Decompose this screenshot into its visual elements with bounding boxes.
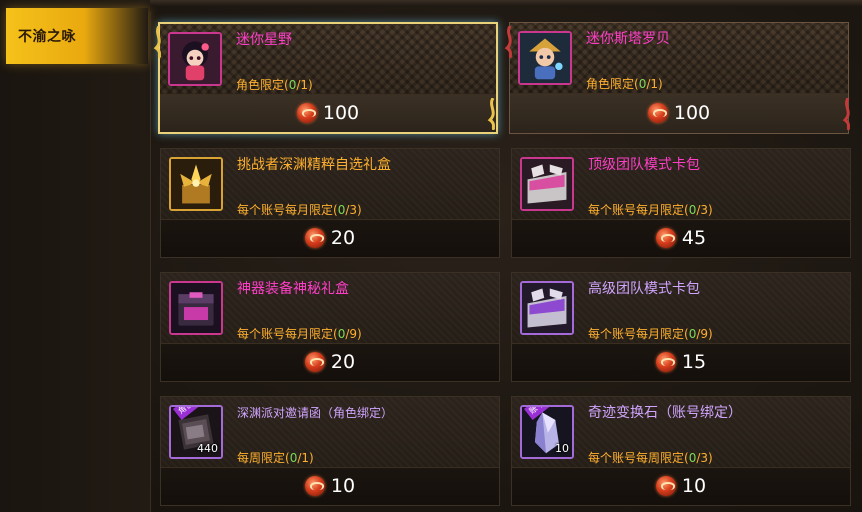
price-amount: 10 <box>330 475 356 497</box>
price-display: 45 <box>512 219 850 257</box>
price-amount: 100 <box>673 102 711 124</box>
purchase-limit: 每个账号每月限定(0/9) <box>237 327 362 341</box>
shop-item-card[interactable]: 挑战者深渊精粹自选礼盒 每个账号每月限定(0/3) 20 <box>160 148 500 258</box>
item-name: 顶级团队模式卡包 <box>588 157 700 173</box>
crystal-stone-icon: 账号 10 <box>520 405 574 459</box>
item-quantity: 440 <box>197 442 218 455</box>
golden-gift-box-icon <box>169 157 223 211</box>
shop-item-card[interactable]: 迷你斯塔罗贝 角色限定(0/1) 100 <box>509 22 849 134</box>
purchase-limit: 每周限定(0/1) <box>237 451 314 465</box>
price-amount: 45 <box>681 227 707 249</box>
mini-hoshino-portrait-icon <box>168 32 222 86</box>
price-display: 10 <box>512 467 850 505</box>
category-sidebar: 不渝之咏 <box>0 0 150 512</box>
purchase-limit: 角色限定(0/1) <box>586 77 663 91</box>
currency-coin-icon <box>304 228 325 248</box>
price-display: 100 <box>510 93 848 133</box>
invitation-ticket-icon: 角色 440 <box>169 405 223 459</box>
ribbon-decoration-icon <box>153 26 162 58</box>
currency-coin-icon <box>655 352 676 372</box>
top-divider <box>150 0 862 6</box>
item-quantity: 10 <box>555 442 569 455</box>
ribbon-decoration-icon <box>504 26 513 58</box>
shop-item-card[interactable]: 迷你星野 角色限定(0/1) 100 <box>158 22 498 134</box>
currency-coin-icon <box>655 228 676 248</box>
item-name: 奇迹变换石（账号绑定） <box>588 405 742 421</box>
shop-item-card[interactable]: 神器装备神秘礼盒 每个账号每月限定(0/9) 20 <box>160 272 500 382</box>
shop-item-card[interactable]: 高级团队模式卡包 每个账号每月限定(0/9) 15 <box>511 272 851 382</box>
price-amount: 10 <box>681 475 707 497</box>
price-amount: 15 <box>681 351 707 373</box>
shop-item-card[interactable]: 账号 10 奇迹变换石（账号绑定） 每个账号每周限定(0/3) 10 <box>511 396 851 506</box>
currency-coin-icon <box>304 476 325 496</box>
price-amount: 20 <box>330 227 356 249</box>
item-name: 挑战者深渊精粹自选礼盒 <box>237 157 391 173</box>
currency-coin-icon <box>296 103 317 123</box>
price-display: 15 <box>512 343 850 381</box>
purchase-limit: 每个账号每周限定(0/3) <box>588 451 713 465</box>
mystery-box-icon <box>169 281 223 335</box>
price-display: 20 <box>161 343 499 381</box>
category-tab-active[interactable]: 不渝之咏 <box>6 8 148 64</box>
item-name: 神器装备神秘礼盒 <box>237 281 349 297</box>
currency-coin-icon <box>655 476 676 496</box>
purchase-limit: 每个账号每月限定(0/9) <box>588 327 713 341</box>
item-name: 高级团队模式卡包 <box>588 281 700 297</box>
ribbon-decoration-icon <box>842 98 851 130</box>
mini-starobe-portrait-icon <box>518 31 572 85</box>
price-amount: 20 <box>330 351 356 373</box>
shop-item-card[interactable]: 角色 440 深渊派对邀请函（角色绑定） 每周限定(0/1) 10 <box>160 396 500 506</box>
currency-coin-icon <box>647 103 668 123</box>
category-tab-label: 不渝之咏 <box>18 29 76 45</box>
card-pack-icon <box>520 281 574 335</box>
price-display: 20 <box>161 219 499 257</box>
item-name: 深渊派对邀请函（角色绑定） <box>237 406 394 420</box>
shop-item-card[interactable]: 顶级团队模式卡包 每个账号每月限定(0/3) 45 <box>511 148 851 258</box>
item-name: 迷你斯塔罗贝 <box>586 31 670 47</box>
purchase-limit: 角色限定(0/1) <box>236 78 313 92</box>
ribbon-decoration-icon <box>487 98 496 130</box>
purchase-limit: 每个账号每月限定(0/3) <box>237 203 362 217</box>
price-amount: 100 <box>322 102 360 124</box>
card-pack-icon <box>520 157 574 211</box>
currency-coin-icon <box>304 352 325 372</box>
purchase-limit: 每个账号每月限定(0/3) <box>588 203 713 217</box>
price-display: 10 <box>161 467 499 505</box>
item-name: 迷你星野 <box>236 32 292 48</box>
price-display: 100 <box>160 94 496 132</box>
